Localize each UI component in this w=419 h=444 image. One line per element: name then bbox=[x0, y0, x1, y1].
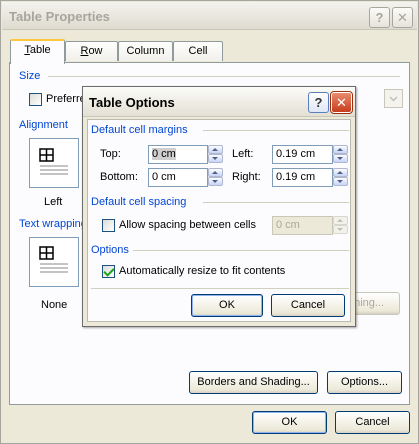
spacing-spinner[interactable] bbox=[333, 216, 348, 235]
spin-up-icon[interactable] bbox=[333, 145, 348, 154]
tab-cell[interactable]: Cell bbox=[173, 41, 223, 61]
table-options-title: Table Options bbox=[89, 95, 175, 110]
options-button[interactable]: Options... bbox=[327, 371, 402, 394]
table-options-close-button[interactable]: ✕ bbox=[330, 91, 353, 114]
align-left-icon bbox=[39, 148, 68, 175]
tab-column[interactable]: Column bbox=[118, 41, 173, 61]
chevron-down-icon bbox=[389, 96, 398, 102]
spin-up-icon[interactable] bbox=[333, 216, 348, 225]
title-bar[interactable]: Table Properties ? ✕ bbox=[2, 2, 417, 30]
spacing-input[interactable]: 0 cm bbox=[272, 216, 333, 235]
wrap-none-option[interactable] bbox=[29, 237, 79, 287]
left-margin-label: Left: bbox=[232, 148, 254, 160]
cell-spacing-section-label: Default cell spacing bbox=[91, 196, 187, 208]
bottom-margin-value: 0 cm bbox=[152, 171, 176, 183]
tab-row-rest: ow bbox=[88, 45, 103, 57]
spin-up-icon[interactable] bbox=[208, 145, 223, 154]
cancel-button[interactable]: Cancel bbox=[335, 411, 410, 434]
auto-resize-label: Automatically resize to fit contents bbox=[119, 265, 286, 277]
bottom-margin-input[interactable]: 0 cm bbox=[148, 168, 208, 187]
wrap-none-icon bbox=[39, 246, 68, 273]
auto-resize-checkbox[interactable] bbox=[102, 265, 115, 278]
right-margin-label: Right: bbox=[232, 171, 261, 183]
preferred-width-checkbox[interactable] bbox=[29, 93, 42, 106]
table-options-dialog: Table Options ? ✕ Default cell margins T… bbox=[82, 86, 356, 327]
table-options-cancel-button[interactable]: Cancel bbox=[271, 294, 345, 317]
spin-down-icon[interactable] bbox=[208, 154, 223, 163]
tab-table[interactable]: Table bbox=[10, 39, 65, 64]
bottom-margin-label: Bottom: bbox=[100, 171, 138, 183]
bottom-margin-spinner[interactable] bbox=[208, 168, 223, 187]
spin-down-icon[interactable] bbox=[333, 177, 348, 186]
wrap-none-label: None bbox=[41, 299, 68, 311]
table-options-ok-button[interactable]: OK bbox=[191, 294, 263, 317]
borders-and-shading-button[interactable]: Borders and Shading... bbox=[189, 371, 318, 394]
window-title: Table Properties bbox=[9, 9, 110, 24]
text-wrapping-section-label: Text wrapping bbox=[19, 218, 87, 230]
ok-button-label: OK bbox=[281, 416, 298, 428]
spacing-value: 0 cm bbox=[276, 219, 300, 231]
tab-row[interactable]: Row bbox=[65, 41, 118, 61]
allow-spacing-label: Allow spacing between cells bbox=[119, 219, 256, 231]
top-margin-value: 0 cm bbox=[152, 148, 176, 160]
table-options-help-button[interactable]: ? bbox=[308, 92, 329, 113]
spin-up-icon[interactable] bbox=[333, 168, 348, 177]
size-section-label: Size bbox=[19, 70, 41, 82]
close-button[interactable]: ✕ bbox=[392, 7, 413, 28]
spin-down-icon[interactable] bbox=[333, 225, 348, 234]
allow-spacing-checkbox[interactable] bbox=[102, 219, 115, 232]
table-options-ok-label: OK bbox=[219, 299, 235, 311]
spin-up-icon[interactable] bbox=[208, 168, 223, 177]
tab-table-rest: able bbox=[29, 44, 51, 56]
spin-down-icon[interactable] bbox=[208, 177, 223, 186]
options-divider bbox=[133, 250, 349, 251]
right-margin-spinner[interactable] bbox=[333, 168, 348, 187]
top-margin-label: Top: bbox=[100, 148, 121, 160]
borders-button-label: Borders and Shading... bbox=[197, 376, 310, 388]
tab-cell-label: Cell bbox=[188, 45, 208, 57]
options-section-label: Options bbox=[91, 244, 129, 256]
align-left-label: Left bbox=[44, 196, 63, 208]
size-divider bbox=[48, 76, 400, 77]
cell-spacing-divider bbox=[203, 202, 349, 203]
ok-button[interactable]: OK bbox=[252, 411, 327, 434]
spin-down-icon[interactable] bbox=[333, 154, 348, 163]
right-margin-input[interactable]: 0.19 cm bbox=[272, 168, 333, 187]
top-margin-input[interactable]: 0 cm bbox=[148, 145, 208, 164]
alignment-section-label: Alignment bbox=[19, 119, 68, 131]
tab-column-label: Column bbox=[126, 45, 165, 57]
preferred-units-dropdown[interactable] bbox=[384, 89, 403, 108]
help-button[interactable]: ? bbox=[369, 7, 390, 28]
align-left-option[interactable] bbox=[29, 138, 79, 188]
top-margin-spinner[interactable] bbox=[208, 145, 223, 164]
cancel-button-label: Cancel bbox=[355, 416, 390, 428]
button-divider bbox=[91, 288, 349, 289]
table-options-title-bar[interactable]: Table Options ? ✕ bbox=[83, 87, 355, 117]
options-button-label: Options... bbox=[340, 376, 389, 388]
right-margin-value: 0.19 cm bbox=[276, 171, 316, 183]
left-margin-value: 0.19 cm bbox=[276, 148, 316, 160]
cell-margins-section-label: Default cell margins bbox=[91, 124, 188, 136]
preferred-width-label: Preferre bbox=[46, 93, 86, 105]
left-margin-spinner[interactable] bbox=[333, 145, 348, 164]
cell-margins-divider bbox=[203, 130, 349, 131]
table-options-cancel-label: Cancel bbox=[290, 299, 326, 311]
left-margin-input[interactable]: 0.19 cm bbox=[272, 145, 333, 164]
table-options-body: Default cell margins Top: 0 cm Left: 0.1… bbox=[87, 119, 351, 322]
